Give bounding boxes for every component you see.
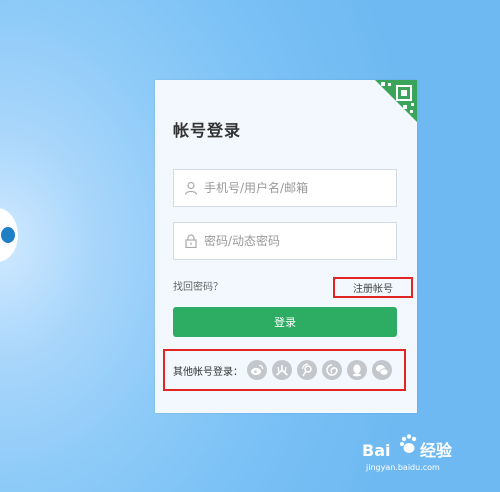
login-card: 帐号登录 找回密码？ 注册帐号 登录 其他帐号登录： <box>155 80 417 413</box>
qq-icon[interactable] <box>347 360 367 380</box>
netease-icon[interactable] <box>322 360 342 380</box>
watermark-url: jingyan.baidu.com <box>366 463 440 472</box>
other-login-label: 其他帐号登录： <box>173 366 243 378</box>
login-title: 帐号登录 <box>173 121 242 140</box>
password-field[interactable] <box>173 222 397 260</box>
svg-text:Bai: Bai <box>362 441 390 460</box>
password-input[interactable] <box>204 234 384 248</box>
lock-icon <box>174 223 204 259</box>
tencent-weibo-icon[interactable] <box>297 360 317 380</box>
username-field[interactable] <box>173 169 397 207</box>
username-input[interactable] <box>204 181 384 195</box>
wechat-icon[interactable] <box>372 360 392 380</box>
renren-icon[interactable] <box>272 360 292 380</box>
forgot-password-link[interactable]: 找回密码？ <box>173 278 223 293</box>
svg-text:经验: 经验 <box>420 441 453 460</box>
partial-circle-decoration <box>0 208 18 262</box>
baidu-jingyan-logo: Bai 经验 <box>362 434 453 460</box>
user-icon <box>174 170 204 206</box>
baidu-jingyan-watermark: Bai 经验 jingyan.baidu.com <box>360 432 478 472</box>
weibo-icon[interactable] <box>247 360 267 380</box>
login-button[interactable]: 登录 <box>173 307 397 337</box>
qr-code-corner-icon[interactable] <box>375 80 417 122</box>
circle-dot <box>1 227 15 243</box>
other-login-section: 其他帐号登录： <box>163 349 406 391</box>
register-link[interactable]: 注册帐号 <box>333 277 413 298</box>
